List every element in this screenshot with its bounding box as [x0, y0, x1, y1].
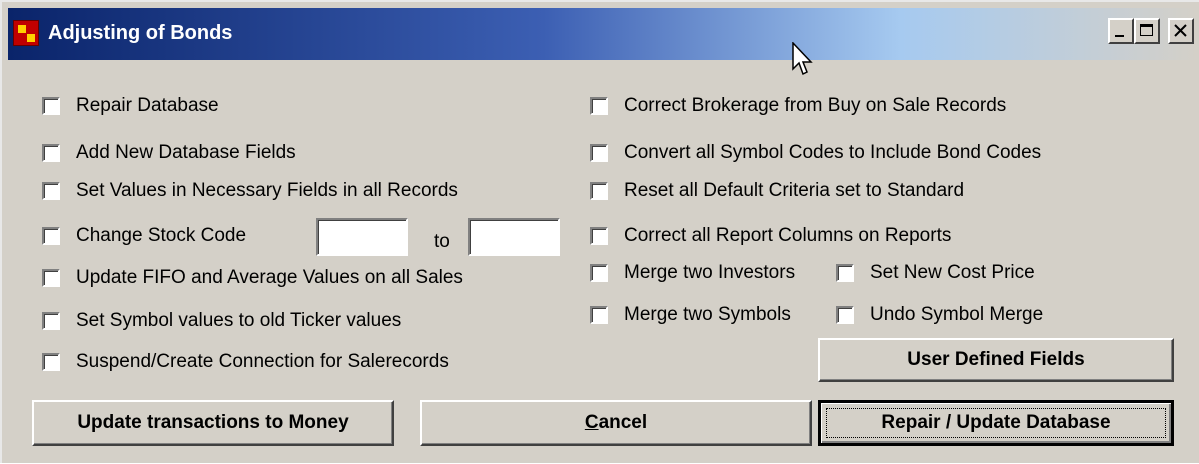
stock-code-to-input[interactable]: [468, 218, 560, 256]
title-bar[interactable]: Adjusting of Bonds: [8, 8, 1198, 60]
checkbox-label: Change Stock Code: [76, 225, 247, 246]
cancel-label: ancel: [598, 412, 648, 433]
checkbox-set-new-cost-price[interactable]: Set New Cost Price: [836, 262, 1035, 284]
dialog-body: Repair Database Add New Database Fields …: [10, 60, 1198, 464]
checkbox-label: Merge two Investors: [624, 262, 796, 283]
checkbox-box[interactable]: [590, 182, 608, 200]
window-title: Adjusting of Bonds: [48, 22, 233, 44]
checkbox-box[interactable]: [836, 306, 854, 324]
checkbox-label: Undo Symbol Merge: [870, 304, 1044, 325]
checkbox-label: Convert all Symbol Codes to Include Bond…: [624, 142, 1042, 163]
checkbox-box[interactable]: [590, 306, 608, 324]
checkbox-label: Reset all Default Criteria set to Standa…: [624, 180, 965, 201]
cancel-button[interactable]: Cancel: [420, 400, 812, 446]
checkbox-box[interactable]: [42, 227, 60, 245]
close-icon: [1174, 24, 1187, 37]
checkbox-set-values-necessary-fields[interactable]: Set Values in Necessary Fields in all Re…: [42, 180, 458, 202]
checkbox-suspend-create-connection[interactable]: Suspend/Create Connection for Salerecord…: [42, 351, 449, 373]
checkbox-box[interactable]: [42, 312, 60, 330]
checkbox-box[interactable]: [590, 144, 608, 162]
checkbox-add-new-database-fields[interactable]: Add New Database Fields: [42, 142, 296, 164]
checkbox-merge-two-symbols[interactable]: Merge two Symbols: [590, 304, 791, 326]
checkbox-label: Suspend/Create Connection for Salerecord…: [76, 351, 449, 372]
minimize-icon: [1115, 35, 1124, 37]
dialog-window: Adjusting of Bonds Repair Database Add N…: [0, 0, 1199, 463]
checkbox-box[interactable]: [590, 227, 608, 245]
checkbox-merge-two-investors[interactable]: Merge two Investors: [590, 262, 795, 284]
checkbox-correct-brokerage[interactable]: Correct Brokerage from Buy on Sale Recor…: [590, 95, 1006, 117]
checkbox-undo-symbol-merge[interactable]: Undo Symbol Merge: [836, 304, 1043, 326]
checkbox-label: Add New Database Fields: [76, 142, 296, 163]
checkbox-label: Repair Database: [76, 95, 219, 116]
cancel-mnemonic: C: [584, 412, 599, 433]
checkbox-label: Set New Cost Price: [870, 262, 1035, 283]
checkbox-label: Correct Brokerage from Buy on Sale Recor…: [624, 95, 1007, 116]
checkbox-convert-symbol-codes[interactable]: Convert all Symbol Codes to Include Bond…: [590, 142, 1041, 164]
close-button[interactable]: [1168, 18, 1194, 44]
checkbox-label: Set Symbol values to old Ticker values: [76, 310, 402, 331]
checkbox-update-fifo[interactable]: Update FIFO and Average Values on all Sa…: [42, 267, 463, 289]
update-transactions-to-money-button[interactable]: Update transactions to Money: [32, 400, 394, 446]
focus-rect: [826, 408, 1166, 438]
checkbox-box[interactable]: [42, 144, 60, 162]
checkbox-box[interactable]: [836, 264, 854, 282]
stock-code-from-input[interactable]: [316, 218, 408, 256]
checkbox-set-symbol-values[interactable]: Set Symbol values to old Ticker values: [42, 310, 401, 332]
checkbox-label: Set Values in Necessary Fields in all Re…: [76, 180, 458, 201]
checkbox-box[interactable]: [42, 97, 60, 115]
checkbox-box[interactable]: [590, 97, 608, 115]
user-defined-fields-button[interactable]: User Defined Fields: [818, 338, 1174, 382]
checkbox-correct-report-columns[interactable]: Correct all Report Columns on Reports: [590, 225, 951, 247]
checkbox-reset-default-criteria[interactable]: Reset all Default Criteria set to Standa…: [590, 180, 964, 202]
checkbox-box[interactable]: [590, 264, 608, 282]
minimize-button[interactable]: [1108, 18, 1134, 44]
checkbox-box[interactable]: [42, 353, 60, 371]
checkbox-label: Merge two Symbols: [624, 304, 791, 325]
stock-code-to-label: to: [434, 231, 450, 252]
app-icon: [13, 20, 39, 46]
repair-update-database-button[interactable]: Repair / Update Database: [818, 400, 1174, 446]
maximize-button[interactable]: [1134, 18, 1160, 44]
checkbox-box[interactable]: [42, 182, 60, 200]
checkbox-box[interactable]: [42, 269, 60, 287]
maximize-icon: [1140, 24, 1153, 36]
checkbox-change-stock-code[interactable]: Change Stock Code: [42, 225, 246, 247]
checkbox-label: Update FIFO and Average Values on all Sa…: [76, 267, 463, 288]
checkbox-repair-database[interactable]: Repair Database: [42, 95, 219, 117]
checkbox-label: Correct all Report Columns on Reports: [624, 225, 952, 246]
